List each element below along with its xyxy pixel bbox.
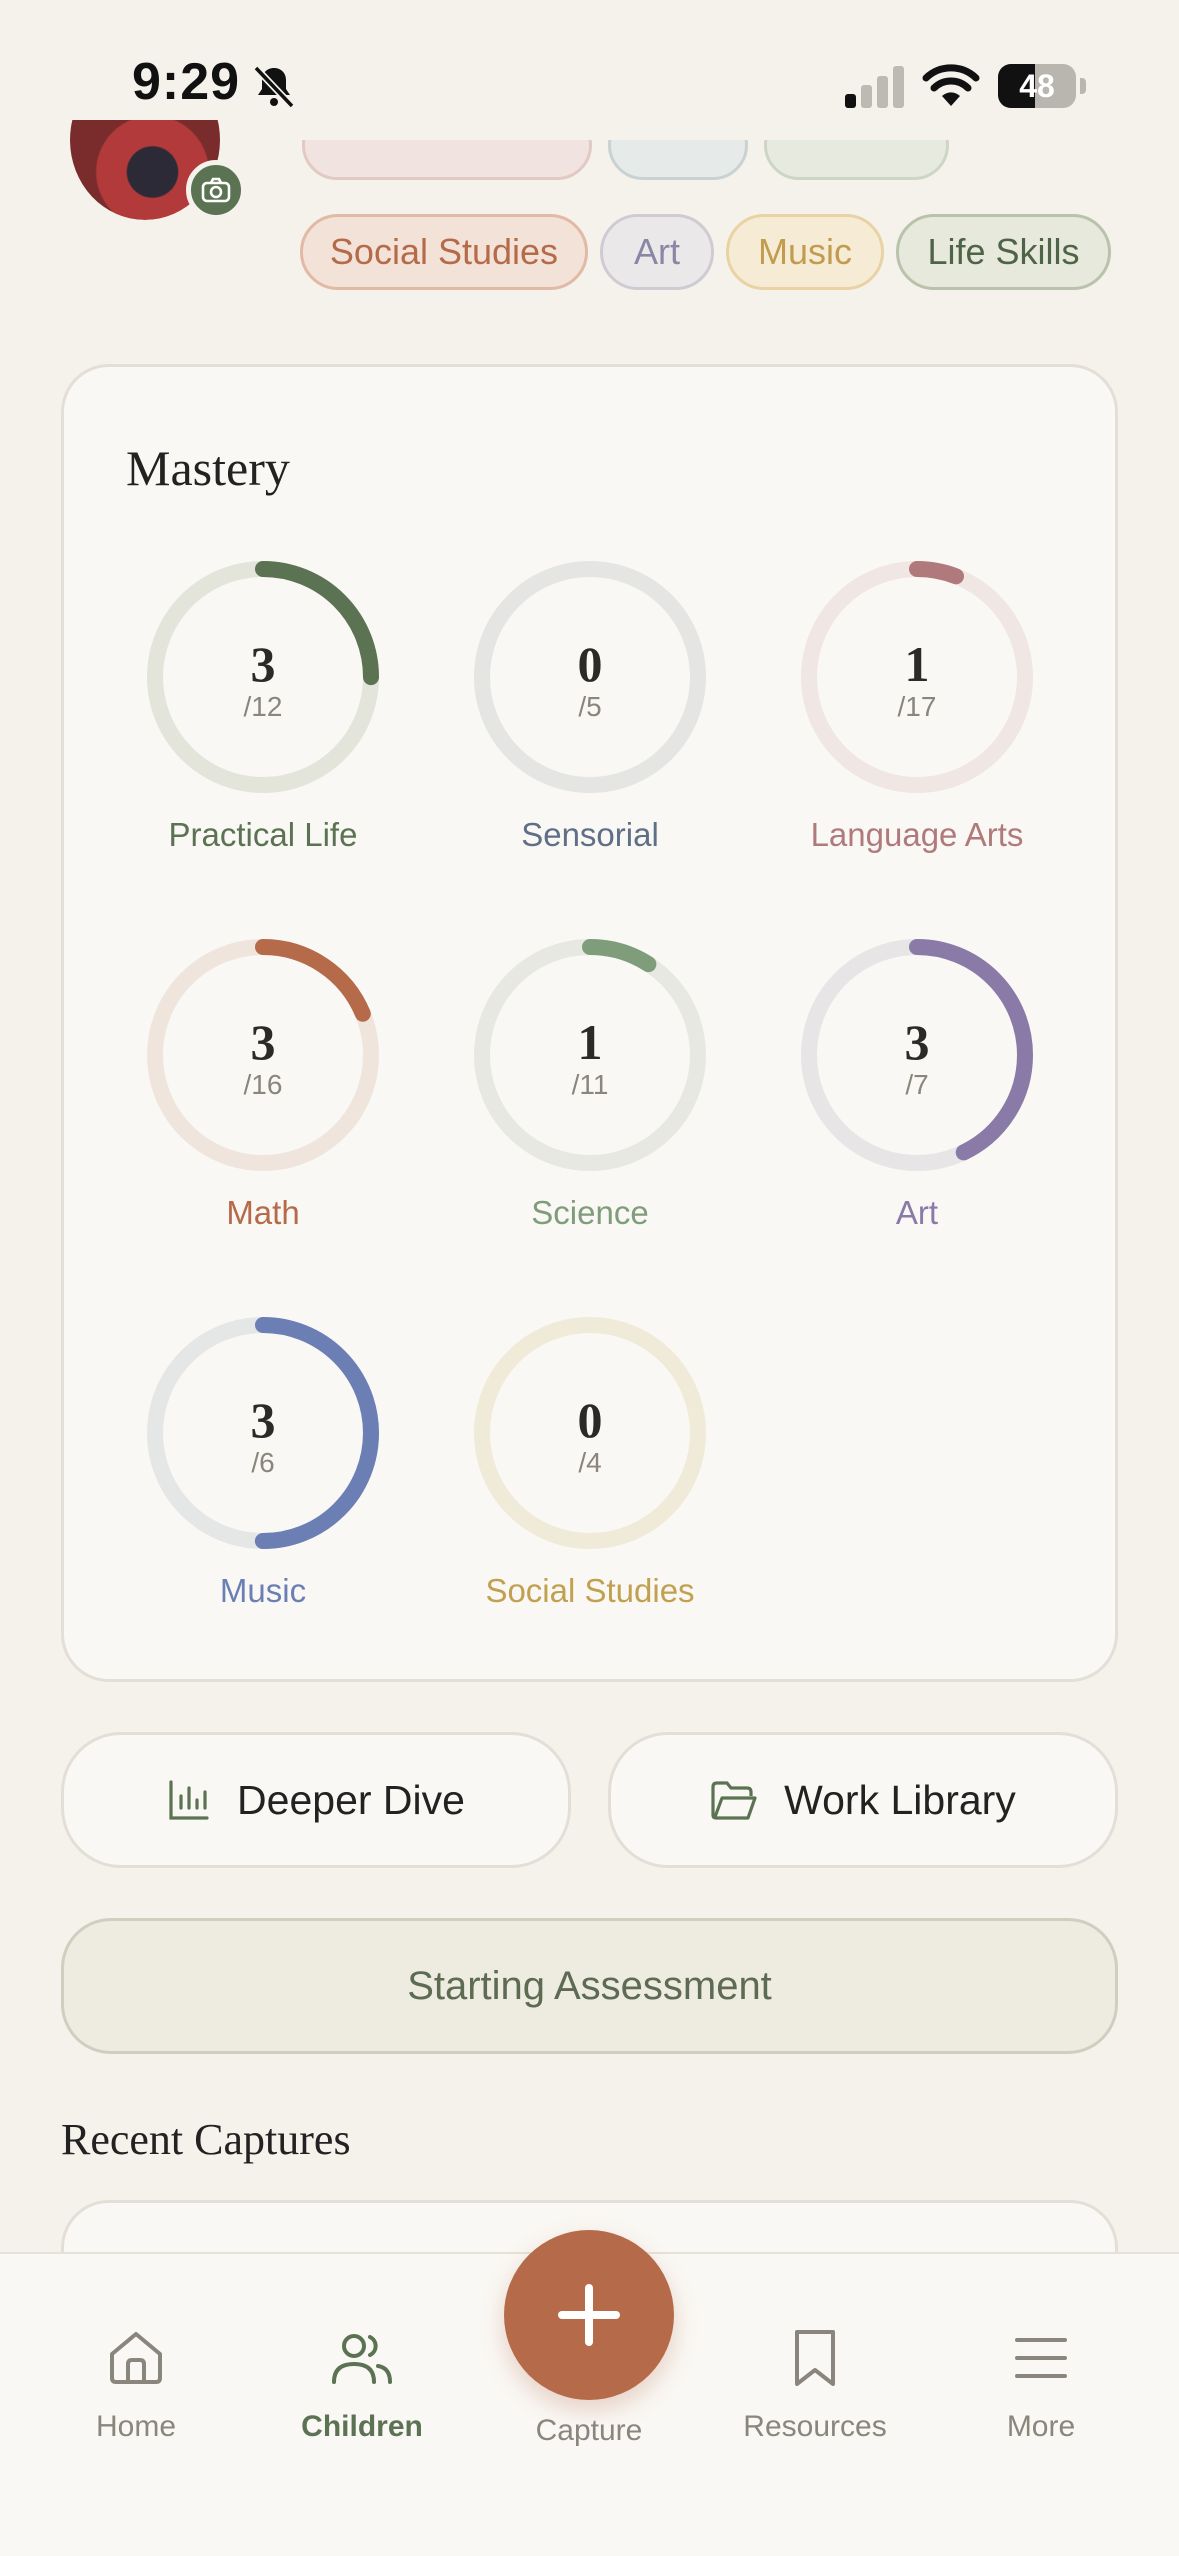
- mastery-count: 0: [577, 1392, 603, 1448]
- mastery-item-practical-life[interactable]: 3/12 Practical Life: [98, 557, 425, 877]
- wifi-icon: [922, 64, 980, 106]
- mastery-total: /16: [243, 1069, 283, 1100]
- mastery-label: Science: [531, 1194, 649, 1231]
- mastery-item-math[interactable]: 3/16 Math: [98, 935, 425, 1255]
- bookmark-icon: [795, 2330, 835, 2386]
- subject-chips: Social Studies Art Music Life Skills: [0, 214, 1179, 292]
- mastery-total: /12: [243, 691, 283, 722]
- mastery-count: 0: [577, 636, 603, 692]
- tab-more-label: More: [1006, 2410, 1076, 2443]
- mastery-label: Music: [219, 1572, 307, 1609]
- starting-assessment-button[interactable]: Starting Assessment: [61, 1918, 1118, 2054]
- mastery-count: 1: [904, 636, 930, 692]
- mastery-count: 3: [250, 1014, 276, 1070]
- battery-icon: 48: [998, 64, 1078, 108]
- tab-resources-label: Resources: [743, 2410, 887, 2443]
- menu-icon: [1015, 2338, 1067, 2378]
- mastery-item-sensorial[interactable]: 0/5 Sensorial: [425, 557, 752, 877]
- tab-children-label: Children: [301, 2410, 423, 2443]
- deeper-dive-button[interactable]: Deeper Dive: [61, 1732, 571, 1868]
- children-icon: [332, 2334, 392, 2384]
- mastery-total: /7: [905, 1069, 929, 1100]
- mastery-label: Sensorial: [521, 816, 659, 853]
- battery-level: 48: [1019, 68, 1055, 104]
- recent-captures-title: Recent Captures: [61, 2115, 351, 2164]
- mastery-label: Math: [226, 1194, 300, 1231]
- mastery-total: /11: [571, 1069, 609, 1100]
- mastery-total: /4: [578, 1447, 602, 1478]
- home-icon: [110, 2332, 162, 2384]
- bell-muted-icon: [253, 65, 295, 109]
- mastery-total: /6: [251, 1447, 275, 1478]
- mastery-count: 1: [577, 1014, 603, 1070]
- mastery-item-art[interactable]: 3/7 Art: [752, 935, 1079, 1255]
- tab-children[interactable]: Children: [272, 2326, 452, 2466]
- mastery-label: Social Studies: [485, 1572, 695, 1609]
- chip-music[interactable]: Music: [726, 214, 884, 290]
- mastery-card: Mastery 3/12 Practical Life 0/5 Sensorial 1/…: [61, 364, 1118, 1682]
- signal-icon: [845, 66, 904, 108]
- mastery-count: 3: [250, 1392, 276, 1448]
- tab-capture-label: Capture: [535, 2414, 643, 2447]
- mastery-total: /17: [897, 691, 937, 722]
- subject-chips-scrolled: [0, 140, 1179, 200]
- mastery-label: Art: [895, 1194, 939, 1231]
- mastery-total: /5: [578, 691, 602, 722]
- mastery-item-social-studies[interactable]: 0/4 Social Studies: [425, 1313, 752, 1633]
- tab-resources[interactable]: Resources: [725, 2326, 905, 2466]
- bar-chart-icon: [169, 1780, 209, 1820]
- deeper-dive-label: Deeper Dive: [237, 1776, 465, 1823]
- status-time: 9:29: [132, 53, 241, 111]
- plus-icon: [558, 2284, 620, 2346]
- tab-home-label: Home: [95, 2410, 177, 2443]
- mastery-item-science[interactable]: 1/11 Science: [425, 935, 752, 1255]
- mastery-count: 3: [250, 636, 276, 692]
- chip-life-skills[interactable]: Life Skills: [896, 214, 1111, 290]
- capture-button[interactable]: [504, 2230, 674, 2400]
- mastery-title: Mastery: [126, 440, 290, 496]
- mastery-count: 3: [904, 1014, 930, 1070]
- tab-more[interactable]: More: [951, 2326, 1131, 2466]
- chip-social-studies[interactable]: Social Studies: [300, 214, 588, 290]
- mastery-item-language-arts[interactable]: 1/17 Language Arts: [752, 557, 1079, 877]
- chip-art[interactable]: Art: [600, 214, 714, 290]
- mastery-label: Practical Life: [168, 816, 358, 853]
- work-library-button[interactable]: Work Library: [608, 1732, 1118, 1868]
- battery-cap: [1080, 78, 1086, 94]
- mastery-label: Language Arts: [810, 816, 1024, 853]
- folder-icon: [711, 1781, 757, 1820]
- mastery-item-music[interactable]: 3/6 Music: [98, 1313, 425, 1633]
- work-library-label: Work Library: [784, 1776, 1016, 1823]
- tab-home[interactable]: Home: [46, 2326, 226, 2466]
